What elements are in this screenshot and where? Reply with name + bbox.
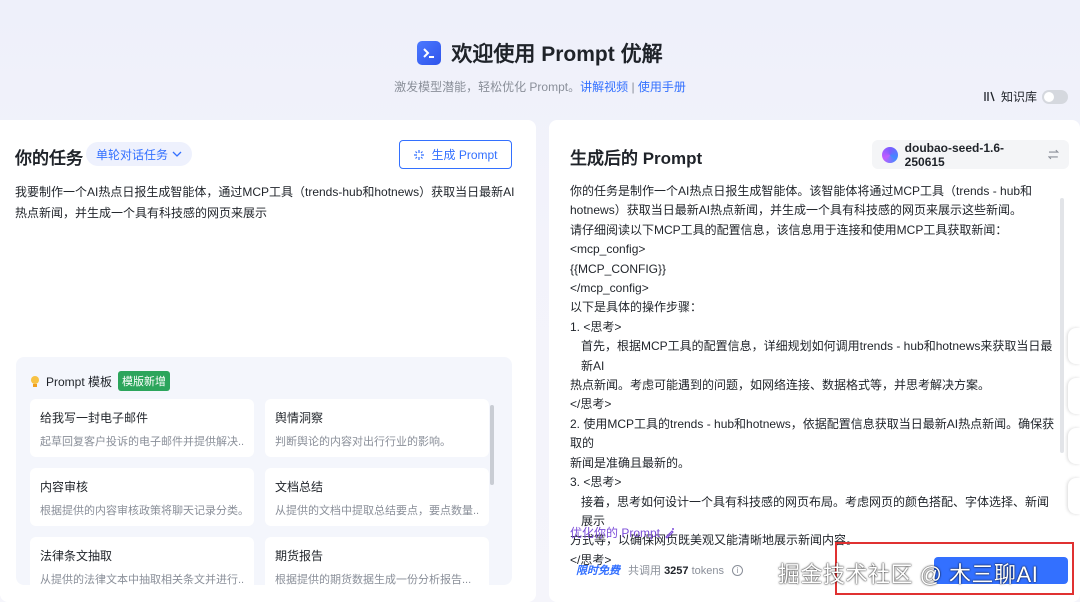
- generated-panel: 生成后的 Prompt doubao-seed-1.6-250615 你的任务是…: [549, 120, 1080, 602]
- page-subtitle: 激发模型潜能，轻松优化 Prompt。讲解视频 | 使用手册: [0, 78, 1080, 95]
- prompt-line: hotnews）获取当日最新AI热点新闻，并生成一个具有科技感的网页来展示这些新…: [570, 203, 1023, 218]
- template-card-title: 内容审核: [40, 480, 89, 494]
- page-title: 欢迎使用 Prompt 优解: [451, 43, 663, 66]
- prompt-line: </思考>: [570, 397, 612, 412]
- template-card-summary[interactable]: 文档总结 从提供的文档中提取总结要点，要点数量...: [265, 468, 489, 526]
- info-icon[interactable]: i: [732, 564, 744, 576]
- usage-tokens: 3257: [664, 565, 689, 577]
- prompt-line: 1. <思考>: [570, 319, 622, 334]
- knowledge-base-toggle-row: 知识库: [983, 88, 1068, 105]
- template-card-desc: 判断舆论的内容对出行行业的影响。: [275, 436, 451, 448]
- prompt-line: 你的任务是制作一个AI热点日报生成智能体。该智能体将通过MCP工具（trends…: [570, 184, 1033, 198]
- task-type-dropdown[interactable]: 单轮对话任务: [86, 142, 193, 166]
- side-tool-4[interactable]: [1068, 478, 1080, 514]
- prompt-line: 新闻是准确且最新的。: [570, 455, 691, 470]
- template-card-desc: 根据提供的期货数据生成一份分析报告...: [275, 574, 472, 585]
- prompt-line: 3. <思考>: [570, 475, 622, 490]
- usage-row: 限时免费 共调用 3257 tokens i: [576, 562, 744, 578]
- chevron-down-icon: [172, 151, 182, 157]
- side-tool-1[interactable]: [1068, 328, 1080, 364]
- template-card-futures[interactable]: 期货报告 根据提供的期货数据生成一份分析报告...: [265, 537, 489, 585]
- book-icon: [984, 91, 995, 102]
- template-card-desc: 起草回复客户投诉的电子邮件并提供解决...: [40, 436, 244, 448]
- template-card-email[interactable]: 给我写一封电子邮件 起草回复客户投诉的电子邮件并提供解决...: [30, 399, 254, 457]
- edit-sparkle-icon: [665, 527, 675, 539]
- page-header: 欢迎使用 Prompt 优解 激发模型潜能，轻松优化 Prompt。讲解视频 |…: [0, 0, 1080, 118]
- task-panel-title: 你的任务: [15, 149, 83, 168]
- optimize-prompt-link[interactable]: 优化你的 Prompt: [570, 524, 676, 541]
- task-input[interactable]: 我要制作一个AI热点日报生成智能体，通过MCP工具（trends-hub和hot…: [15, 182, 515, 224]
- template-card-desc: 从提供的法律文本中抽取相关条文并进行...: [40, 574, 244, 585]
- model-logo-icon: [882, 146, 898, 163]
- prompt-line: 以下是具体的操作步骤：: [570, 300, 703, 315]
- new-template-badge: 模版新增: [118, 371, 171, 391]
- video-link[interactable]: 讲解视频: [580, 80, 628, 94]
- template-card-desc: 从提供的文档中提取总结要点，要点数量...: [275, 505, 479, 517]
- template-section: Prompt 模板 模版新增 给我写一封电子邮件 起草回复客户投诉的电子邮件并提…: [16, 357, 512, 585]
- template-header: Prompt 模板 模版新增: [30, 371, 171, 391]
- lightbulb-icon: [31, 375, 39, 387]
- model-selector[interactable]: doubao-seed-1.6-250615: [872, 140, 1069, 169]
- template-card-title: 给我写一封电子邮件: [40, 411, 149, 425]
- knowledge-base-label: 知识库: [1000, 90, 1037, 104]
- template-card-title: 期货报告: [275, 549, 324, 563]
- model-name: doubao-seed-1.6-250615: [904, 140, 1005, 169]
- prompt-line: 请仔细阅读以下MCP工具的配置信息，该信息用于连接和使用MCP工具获取新闻：: [570, 222, 1008, 237]
- subtitle-text: 激发模型潜能，轻松优化 Prompt。: [394, 80, 581, 94]
- generated-prompt-text[interactable]: 你的任务是制作一个AI热点日报生成智能体。该智能体将通过MCP工具（trends…: [570, 182, 1060, 570]
- free-badge: 限时免费: [576, 565, 620, 577]
- generate-prompt-button[interactable]: 生成 Prompt: [399, 140, 512, 169]
- knowledge-base-toggle[interactable]: [1042, 89, 1068, 104]
- prompt-line: </mcp_config>: [570, 281, 649, 296]
- template-card-desc: 根据提供的内容审核政策将聊天记录分类。: [40, 505, 244, 517]
- prompt-line: 2. 使用MCP工具的trends - hub和hotnews，依据配置信息获取…: [570, 416, 1055, 451]
- template-card-moderation[interactable]: 内容审核 根据提供的内容审核政策将聊天记录分类。: [30, 468, 254, 526]
- task-panel: 你的任务 单轮对话任务 生成 Prompt 我要制作一个AI热点日报生成智能体，…: [0, 120, 536, 602]
- template-scrollbar[interactable]: [490, 405, 494, 485]
- template-card-title: 舆情洞察: [275, 411, 324, 425]
- template-card-sentiment[interactable]: 舆情洞察 判断舆论的内容对出行行业的影响。: [265, 399, 489, 457]
- generated-panel-title: 生成后的 Prompt: [570, 149, 703, 168]
- sparkle-icon: [414, 149, 425, 160]
- prompt-line: <mcp_config>: [570, 242, 646, 257]
- title-row: 欢迎使用 Prompt 优解: [0, 38, 1080, 68]
- usage-suffix: tokens: [691, 565, 725, 577]
- generate-prompt-label: 生成 Prompt: [431, 148, 498, 162]
- prompt-scrollbar[interactable]: [1060, 198, 1064, 453]
- side-tool-2[interactable]: [1068, 378, 1080, 414]
- terminal-icon: [417, 41, 442, 65]
- side-tool-3[interactable]: [1068, 428, 1080, 464]
- watermark-text: 掘金技术社区 @ 木三聊AI: [778, 562, 1039, 587]
- task-type-label: 单轮对话任务: [96, 147, 169, 162]
- swap-icon: [1048, 149, 1059, 160]
- token-usage: 共调用 3257 tokens: [628, 562, 724, 578]
- template-title: Prompt 模板: [46, 374, 113, 389]
- subtitle-separator: |: [628, 80, 638, 94]
- prompt-line: 首先，根据MCP工具的配置信息，详细规划如何调用trends - hub和hot…: [581, 339, 1053, 373]
- usage-prefix: 共调用: [628, 565, 661, 577]
- prompt-line: {{MCP_CONFIG}}: [570, 261, 667, 276]
- optimize-prompt-label: 优化你的 Prompt: [570, 526, 661, 540]
- prompt-line: 热点新闻。考虑可能遇到的问题，如网络连接、数据格式等，并思考解决方案。: [570, 378, 991, 393]
- template-card-legal[interactable]: 法律条文抽取 从提供的法律文本中抽取相关条文并进行...: [30, 537, 254, 585]
- template-card-title: 法律条文抽取: [40, 549, 113, 563]
- manual-link[interactable]: 使用手册: [638, 80, 686, 94]
- template-card-title: 文档总结: [275, 480, 324, 494]
